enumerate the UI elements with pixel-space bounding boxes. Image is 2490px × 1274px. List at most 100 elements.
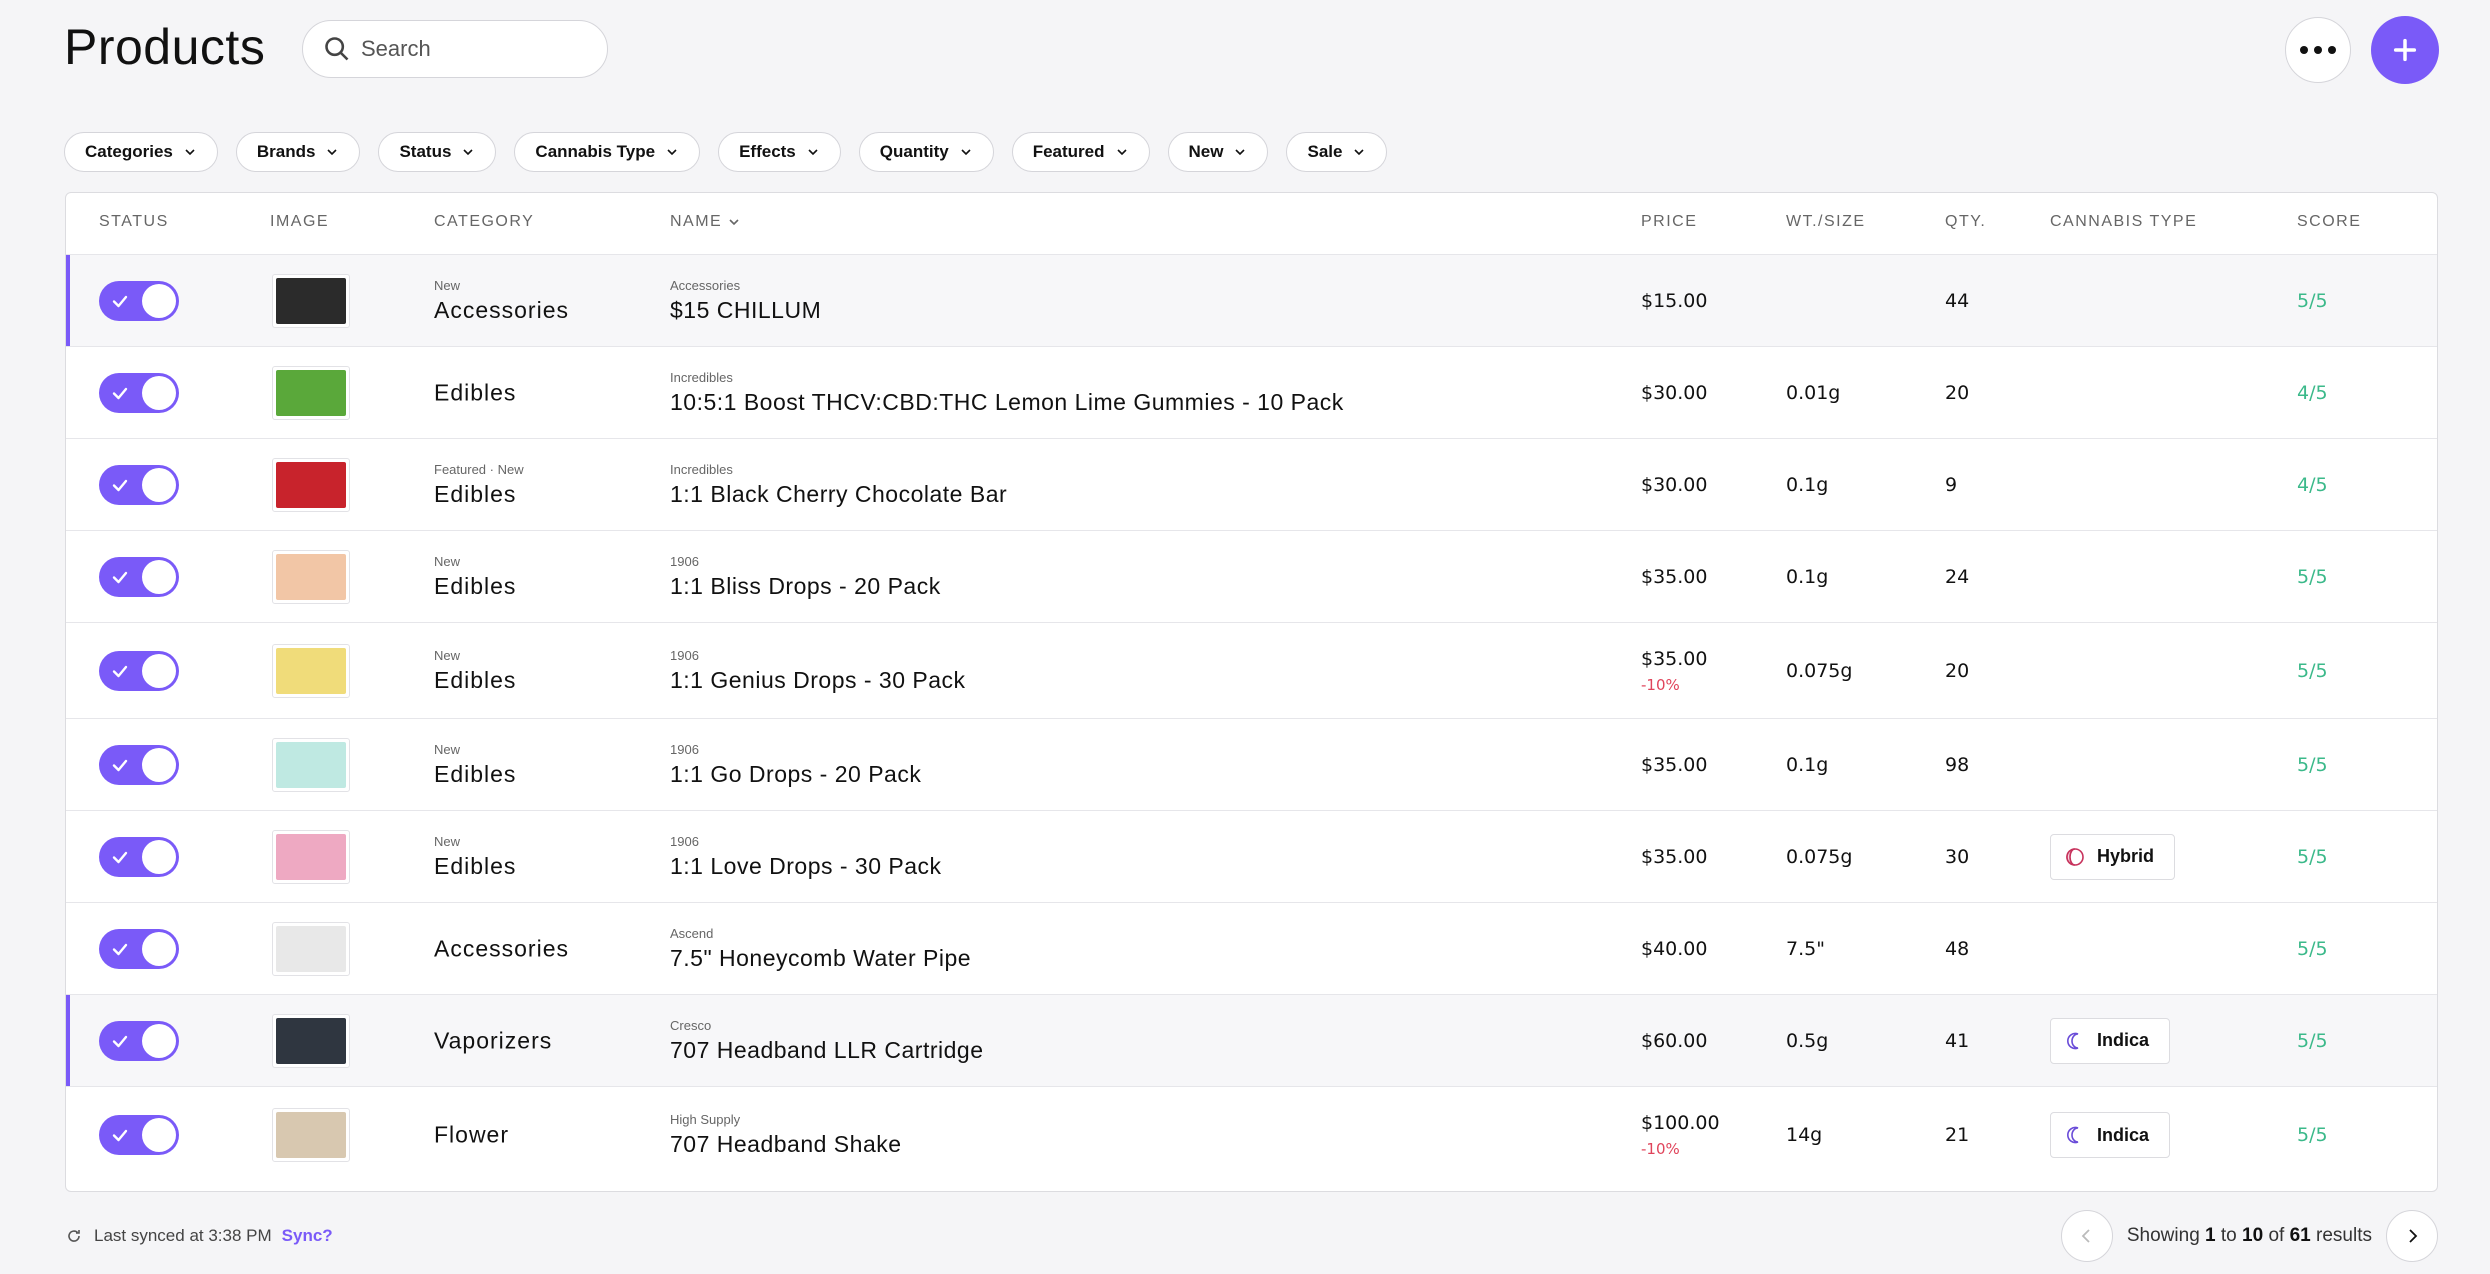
product-thumbnail[interactable]: [272, 643, 350, 698]
search-box[interactable]: [302, 20, 608, 78]
table-row[interactable]: New Edibles 1906 1:1 Genius Drops - 30 Pack…: [66, 623, 2437, 719]
column-header-price[interactable]: PRICE: [1641, 213, 1697, 231]
filter-chip[interactable]: Status: [378, 132, 497, 172]
status-toggle[interactable]: [99, 836, 179, 877]
product-thumbnail[interactable]: [272, 1108, 350, 1162]
name-cell[interactable]: Incredibles 10:5:1 Boost THCV:CBD:THC Lem…: [670, 370, 1344, 416]
filter-bar: Categories Brands Status Cannabis Type Effec…: [64, 132, 1388, 172]
status-toggle[interactable]: [99, 1115, 179, 1155]
status-toggle[interactable]: [99, 928, 179, 969]
next-page-button[interactable]: [2386, 1210, 2438, 1262]
column-header-qty[interactable]: QTY.: [1945, 213, 1986, 231]
price-cell: $35.00: [1641, 846, 1707, 868]
column-header-wt[interactable]: WT./SIZE: [1786, 213, 1866, 231]
more-options-button[interactable]: [2285, 17, 2351, 83]
name-cell[interactable]: 1906 1:1 Bliss Drops - 20 Pack: [670, 554, 941, 600]
table-row[interactable]: New Edibles 1906 1:1 Love Drops - 30 Pack $3…: [66, 811, 2437, 903]
product-name[interactable]: 707 Headband Shake: [670, 1131, 902, 1158]
product-image: [276, 461, 346, 508]
filter-chip[interactable]: Categories: [64, 132, 218, 172]
name-cell[interactable]: Accessories $15 CHILLUM: [670, 278, 821, 324]
filter-chip[interactable]: Quantity: [858, 132, 994, 172]
product-name[interactable]: 7.5" Honeycomb Water Pipe: [670, 945, 971, 972]
status-toggle[interactable]: [99, 372, 179, 413]
name-cell[interactable]: 1906 1:1 Love Drops - 30 Pack: [670, 834, 942, 880]
discount-badge: -10%: [1641, 675, 1680, 694]
filter-chip[interactable]: New: [1167, 132, 1269, 172]
quantity-cell: 24: [1945, 565, 1970, 588]
table-row[interactable]: New Accessories Accessories $15 CHILLUM $15.…: [66, 255, 2437, 347]
column-header-name[interactable]: NAME: [670, 213, 740, 231]
filter-chip[interactable]: Effects: [718, 132, 841, 172]
product-thumbnail[interactable]: [272, 1013, 350, 1068]
status-toggle[interactable]: [99, 650, 179, 691]
filter-chip[interactable]: Sale: [1286, 132, 1388, 172]
table-row[interactable]: New Edibles 1906 1:1 Bliss Drops - 20 Pack $…: [66, 531, 2437, 623]
table-body: New Accessories Accessories $15 CHILLUM $15.…: [66, 255, 2437, 1183]
column-header-image[interactable]: IMAGE: [270, 213, 329, 231]
category-cell: Accessories: [434, 935, 569, 962]
product-name[interactable]: 10:5:1 Boost THCV:CBD:THC Lemon Lime Gum…: [670, 389, 1344, 416]
search-input[interactable]: [361, 36, 591, 62]
category-cell: New Edibles: [434, 834, 516, 880]
filter-chip[interactable]: Brands: [235, 132, 361, 172]
status-toggle[interactable]: [99, 1020, 179, 1061]
table-row[interactable]: New Edibles 1906 1:1 Go Drops - 20 Pack $35.…: [66, 719, 2437, 811]
score-cell: 5/5: [2297, 1029, 2328, 1052]
category-name: Edibles: [434, 379, 517, 405]
weight-cell: 0.1g: [1786, 473, 1829, 496]
product-name[interactable]: 1:1 Genius Drops - 30 Pack: [670, 667, 966, 694]
column-header-cannabis-type[interactable]: CANNABIS TYPE: [2050, 213, 2197, 231]
table-row[interactable]: Flower High Supply 707 Headband Shake $100.…: [66, 1087, 2437, 1183]
price-value: $40.00: [1641, 937, 1708, 960]
product-thumbnail[interactable]: [272, 829, 350, 884]
sync-link[interactable]: Sync?: [282, 1226, 333, 1246]
product-thumbnail[interactable]: [272, 273, 350, 328]
product-name[interactable]: 1:1 Love Drops - 30 Pack: [670, 853, 942, 880]
quantity-cell: 30: [1945, 845, 1970, 868]
product-name[interactable]: 1:1 Go Drops - 20 Pack: [670, 761, 921, 788]
filter-chip[interactable]: Cannabis Type: [514, 132, 701, 172]
product-name[interactable]: 707 Headband LLR Cartridge: [670, 1037, 983, 1064]
status-toggle[interactable]: [99, 280, 179, 321]
status-toggle[interactable]: [99, 556, 179, 597]
product-thumbnail[interactable]: [272, 365, 350, 420]
table-row[interactable]: Accessories Ascend 7.5" Honeycomb Water Pi…: [66, 903, 2437, 995]
name-cell[interactable]: Cresco 707 Headband LLR Cartridge: [670, 1018, 983, 1064]
name-cell[interactable]: Incredibles 1:1 Black Cherry Chocolate Ba…: [670, 462, 1007, 508]
product-thumbnail[interactable]: [272, 457, 350, 512]
status-toggle[interactable]: [99, 744, 179, 785]
previous-page-button[interactable]: [2060, 1210, 2113, 1262]
product-name[interactable]: $15 CHILLUM: [670, 297, 821, 324]
name-cell[interactable]: 1906 1:1 Go Drops - 20 Pack: [670, 742, 921, 788]
chevron-down-icon: [961, 149, 971, 156]
column-header-status[interactable]: STATUS: [99, 213, 169, 231]
product-thumbnail[interactable]: [272, 737, 350, 792]
column-header-score[interactable]: SCORE: [2297, 213, 2361, 231]
name-cell[interactable]: 1906 1:1 Genius Drops - 30 Pack: [670, 648, 966, 694]
add-product-button[interactable]: [2371, 16, 2439, 84]
filter-chip[interactable]: Featured: [1011, 132, 1150, 172]
price-cell: $100.00 -10%: [1641, 1112, 1720, 1158]
price-value: $35.00: [1641, 647, 1708, 670]
table-row[interactable]: Featured · New Edibles Incredibles 1:1 Blac…: [66, 439, 2437, 531]
name-cell[interactable]: Ascend 7.5" Honeycomb Water Pipe: [670, 926, 971, 972]
category-name: Edibles: [434, 572, 517, 599]
category-tag: New: [434, 277, 461, 293]
product-thumbnail[interactable]: [272, 549, 350, 604]
price-cell: $30.00: [1641, 474, 1707, 496]
product-name[interactable]: 1:1 Black Cherry Chocolate Bar: [670, 481, 1007, 508]
name-cell[interactable]: High Supply 707 Headband Shake: [670, 1112, 902, 1158]
table-row[interactable]: Edibles Incredibles 10:5:1 Boost THCV:CBD:…: [66, 347, 2437, 439]
chevron-down-icon: [1235, 149, 1246, 156]
score-cell: 5/5: [2297, 565, 2328, 588]
column-header-category[interactable]: CATEGORY: [434, 213, 534, 231]
checkmark-icon: [112, 759, 128, 771]
chevron-left-icon: [2081, 1229, 2090, 1243]
product-thumbnail[interactable]: [272, 921, 350, 976]
table-row[interactable]: Vaporizers Cresco 707 Headband LLR Cartrid…: [66, 995, 2437, 1087]
category-name: Accessories: [434, 935, 569, 961]
status-toggle[interactable]: [99, 464, 179, 505]
product-name[interactable]: 1:1 Bliss Drops - 20 Pack: [670, 573, 941, 600]
toggle-knob: [142, 931, 176, 966]
